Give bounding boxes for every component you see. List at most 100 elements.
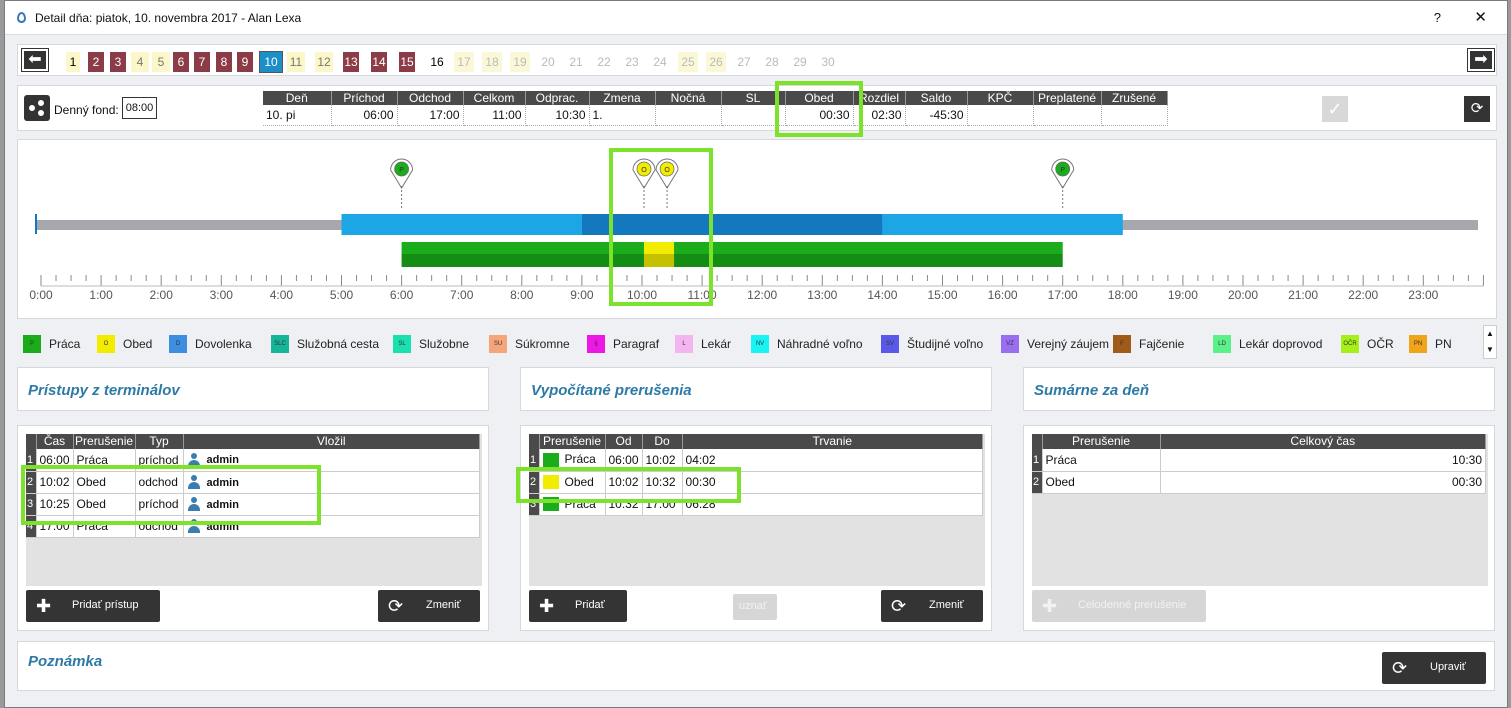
legend-label: PN (1435, 337, 1452, 351)
accept-button[interactable]: uznať (733, 594, 777, 620)
computed-interruptions-header: Vypočítané prerušenia (520, 367, 992, 411)
day-1[interactable]: 1 (66, 52, 80, 72)
close-button[interactable]: ✕ (1474, 8, 1487, 26)
day-20[interactable]: 20 (538, 52, 558, 72)
table-row[interactable]: 2 10:02 Obed odchod admin (26, 471, 481, 494)
legend: P Práca O Obed D Dovolenka SLC Služobná cesta SL… (17, 329, 1477, 357)
day-11[interactable]: 11 (287, 52, 305, 72)
day-2[interactable]: 2 (88, 52, 104, 72)
summary-header: Zmena (589, 91, 656, 105)
legend-swatch: SV (881, 335, 899, 353)
legend-swatch: VZ (1001, 335, 1019, 353)
summary-header: Nočná (655, 91, 722, 105)
day-7[interactable]: 7 (194, 52, 210, 72)
hour-label: 2:00 (150, 288, 174, 302)
legend-scrollbar[interactable]: ▲ ▼ (1483, 325, 1497, 359)
access-marker[interactable]: O (655, 158, 679, 210)
summary-header: Preplatené (1033, 91, 1102, 105)
day-18[interactable]: 18 (482, 52, 502, 72)
legend-label: Práca (49, 337, 81, 351)
summary-header: Príchod (331, 91, 398, 105)
add-interruption-button[interactable]: ✚ Pridať (529, 590, 627, 622)
interruption-color-icon (542, 497, 559, 512)
day-16[interactable]: 16 (427, 52, 447, 72)
hour-label: 10:00 (627, 288, 657, 302)
table-row[interactable]: 2 Obed 10:02 10:32 00:30 (529, 471, 984, 494)
legend-swatch: D (169, 335, 187, 353)
legend-label: Súkromne (515, 337, 570, 351)
summary-header: KPČ (967, 91, 1034, 105)
table-row[interactable]: 3 10:25 Obed príchod admin (26, 493, 481, 516)
access-marker[interactable]: P (390, 158, 414, 210)
legend-label: Verejný záujem (1027, 337, 1110, 351)
day-9[interactable]: 9 (237, 52, 253, 72)
terminal-access-table: Čas Prerušenie Typ Vložil 1 06:00 Práca príchod… (26, 434, 481, 538)
hour-label: 12:00 (747, 288, 777, 302)
day-10[interactable]: 10 (259, 51, 283, 73)
day-14[interactable]: 14 (371, 52, 387, 72)
table-row[interactable]: 3 Práca 10:32 17:00 06:28 (529, 493, 984, 516)
day-17[interactable]: 17 (454, 52, 474, 72)
summary-cell (1101, 105, 1168, 126)
day-19[interactable]: 19 (510, 52, 530, 72)
day-23[interactable]: 23 (622, 52, 642, 72)
timeline-chart: 0:00 1:00 2:00 3:00 4:00 5:00 6:00 7:00 8:00 9:00… (29, 158, 1484, 302)
legend-label: Lekár (701, 337, 732, 351)
legend-swatch: § (587, 335, 605, 353)
fund-bar (341, 214, 582, 235)
network-icon[interactable] (24, 95, 50, 121)
table-row[interactable]: 1 06:00 Práca príchod admin (26, 449, 481, 472)
table-row[interactable]: 1 Práca 06:00 10:02 04:02 (529, 449, 984, 472)
terminal-access-panel: Čas Prerušenie Typ Vložil 1 06:00 Práca príchod… (17, 425, 489, 631)
day-22[interactable]: 22 (594, 52, 614, 72)
day-8[interactable]: 8 (216, 52, 232, 72)
next-month-button[interactable]: ➡ (1467, 48, 1495, 72)
hour-label: 8:00 (510, 288, 534, 302)
summary-header: Saldo (905, 91, 968, 105)
prev-month-button[interactable]: ⬅ (21, 48, 49, 72)
arrow-right-icon: ➡ (1474, 51, 1488, 68)
summary-cell (655, 105, 722, 126)
day-29[interactable]: 29 (790, 52, 810, 72)
help-button[interactable]: ? (1434, 10, 1441, 25)
change-access-button[interactable]: ⟳ Zmeniť (378, 590, 480, 622)
refresh-button[interactable]: ⟳ (1464, 96, 1490, 122)
day-4[interactable]: 4 (131, 52, 149, 72)
day-25[interactable]: 25 (678, 52, 698, 72)
column-header: Od (605, 434, 643, 449)
column-header: Do (642, 434, 683, 449)
day-6[interactable]: 6 (173, 52, 189, 72)
access-marker[interactable]: O (632, 158, 656, 210)
day-28[interactable]: 28 (762, 52, 782, 72)
add-access-button[interactable]: ✚ Pridať prístup (26, 590, 160, 622)
table-row[interactable]: 1 Práca 10:30 (1032, 449, 1486, 472)
hour-label: 13:00 (807, 288, 837, 302)
day-13[interactable]: 13 (343, 52, 359, 72)
access-marker[interactable]: P (1051, 158, 1075, 210)
column-header: Prerušenie (1042, 434, 1161, 449)
day-12[interactable]: 12 (315, 52, 333, 72)
day-24[interactable]: 24 (650, 52, 670, 72)
day-3[interactable]: 3 (110, 52, 126, 72)
table-row[interactable]: 4 17:00 Práca odchod admin (26, 515, 481, 538)
column-header: Vložil (183, 434, 481, 449)
day-5[interactable]: 5 (152, 52, 170, 72)
table-row[interactable]: 2 Obed 00:30 (1032, 471, 1486, 494)
edit-note-button[interactable]: ⟳ Upraviť (1382, 652, 1486, 684)
day-fund-input[interactable]: 08:00 (122, 97, 157, 119)
day-15[interactable]: 15 (399, 52, 415, 72)
day-27[interactable]: 27 (734, 52, 754, 72)
change-interruption-button[interactable]: ⟳ Zmeniť (881, 590, 983, 622)
full-day-interruption-button[interactable]: ✚ Celodenné prerušenie (1032, 590, 1206, 622)
confirm-check-button[interactable]: ✓ (1322, 96, 1348, 122)
refresh-icon: ⟳ (891, 596, 907, 616)
refresh-icon: ⟳ (1392, 658, 1408, 678)
day-26[interactable]: 26 (706, 52, 726, 72)
summary-cell: 17:00 (397, 105, 464, 126)
hour-label: 9:00 (570, 288, 594, 302)
day-21[interactable]: 21 (566, 52, 586, 72)
hour-label: 3:00 (210, 288, 234, 302)
interruption-color-icon (542, 475, 559, 490)
hour-label: 17:00 (1048, 288, 1078, 302)
day-30[interactable]: 30 (818, 52, 838, 72)
